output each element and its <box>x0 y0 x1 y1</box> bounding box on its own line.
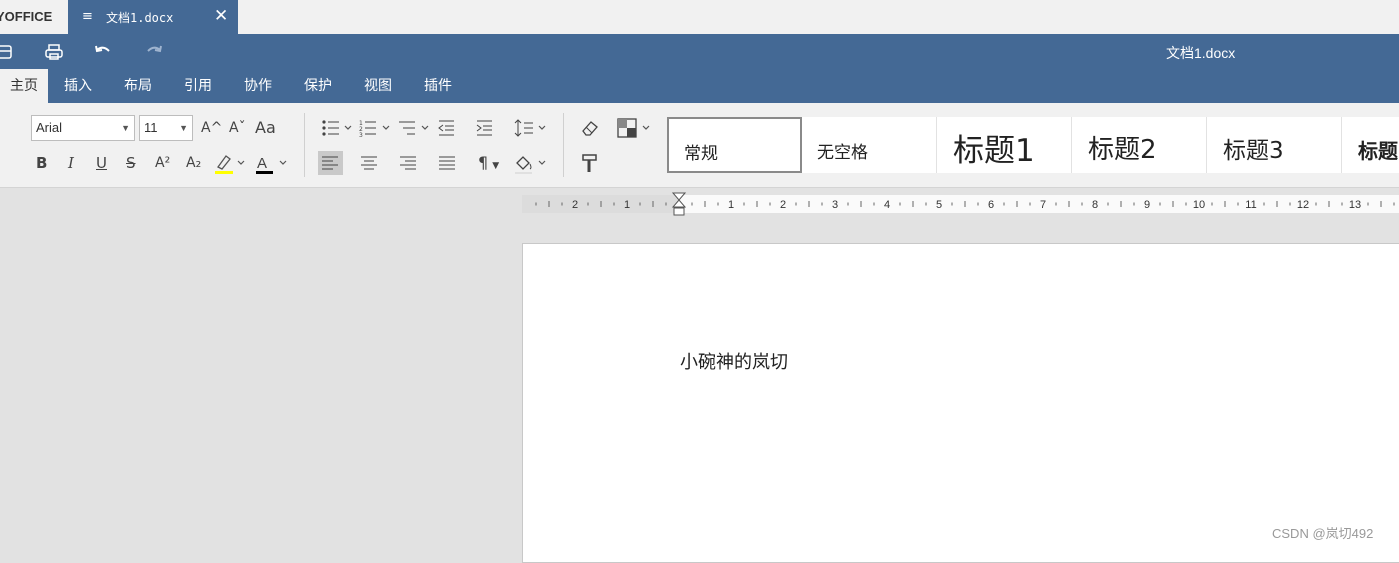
underline-button[interactable]: U <box>96 153 107 173</box>
ruler-label: 6 <box>988 199 994 211</box>
style-title[interactable]: 标题 <box>1342 117 1399 173</box>
paragraph-mark-icon: ¶ <box>478 153 489 172</box>
chevron-down-icon: ▼ <box>179 123 188 133</box>
style-label: 常规 <box>684 144 718 164</box>
tab-home[interactable]: 主页 <box>0 69 48 103</box>
document-title: 文档1.docx <box>1166 45 1236 61</box>
style-normal[interactable]: 常规 <box>667 117 802 173</box>
justify-icon[interactable] <box>437 153 457 173</box>
redo-icon[interactable] <box>145 43 163 59</box>
strikethrough-button[interactable]: S <box>126 153 136 173</box>
style-label: 无空格 <box>817 143 868 163</box>
ruler-label: 9 <box>1144 199 1150 211</box>
save-icon[interactable] <box>0 43 14 61</box>
ruler-label: 5 <box>936 199 942 211</box>
ruler-label: 12 <box>1297 199 1309 211</box>
style-heading-2[interactable]: 标题2 <box>1072 117 1207 173</box>
tab-plugins[interactable]: 插件 <box>408 69 468 103</box>
copy-style-icon[interactable] <box>617 118 653 138</box>
font-name-select[interactable]: Arial ▼ <box>31 115 135 141</box>
app-header: 文档1.docx 主页 插入 布局 引用 协作 保护 视图 插件 <box>0 34 1399 103</box>
clear-format-icon[interactable] <box>580 118 600 138</box>
style-heading-3[interactable]: 标题3 <box>1207 117 1342 173</box>
font-size-value: 11 <box>144 120 158 135</box>
align-left-icon[interactable] <box>318 151 343 175</box>
ruler-label: 1 <box>624 199 630 211</box>
style-gallery: 常规 无空格 标题1 标题2 标题3 标题 <box>667 117 1399 173</box>
ruler-label: 11 <box>1245 199 1256 211</box>
align-center-icon[interactable] <box>359 153 379 173</box>
superscript-button[interactable]: A² <box>155 153 170 173</box>
title-tab-bar: YOFFICE ≡ 文档1.docx ✕ <box>0 0 1399 34</box>
tab-protect[interactable]: 保护 <box>288 69 348 103</box>
decrease-indent-icon[interactable] <box>437 118 457 138</box>
toolbar-divider <box>304 113 305 177</box>
chevron-down-icon: ▼ <box>492 161 500 171</box>
chevron-down-icon: ▼ <box>121 123 130 133</box>
font-size-select[interactable]: 11 ▼ <box>139 115 193 141</box>
tab-collaborate[interactable]: 协作 <box>228 69 288 103</box>
document-tab[interactable]: ≡ 文档1.docx ✕ <box>68 0 238 34</box>
font-color-icon[interactable]: A <box>255 153 289 175</box>
undo-icon[interactable] <box>94 43 112 59</box>
style-label: 标题 <box>1358 139 1398 163</box>
tab-references[interactable]: 引用 <box>168 69 228 103</box>
document-body-text[interactable]: 小碗神的岚切 <box>680 348 788 374</box>
svg-text:3: 3 <box>359 132 363 138</box>
style-label: 标题1 <box>953 133 1035 169</box>
ruler-ticks: 2 1 1 2 3 4 5 6 7 8 9 10 11 12 13 <box>535 199 1395 211</box>
document-tab-name: 文档1.docx <box>106 11 174 25</box>
shading-icon[interactable] <box>514 153 550 175</box>
bullet-list-icon[interactable] <box>321 118 355 138</box>
tab-insert[interactable]: 插入 <box>48 69 108 103</box>
highlight-color-icon[interactable] <box>214 153 246 175</box>
app-brand: YOFFICE <box>0 9 53 24</box>
close-icon[interactable]: ✕ <box>214 6 228 26</box>
bold-button[interactable]: B <box>36 153 47 173</box>
change-case-button[interactable]: Aa <box>255 118 276 138</box>
format-painter-icon[interactable] <box>581 153 599 173</box>
tab-view[interactable]: 视图 <box>348 69 408 103</box>
menu-icon[interactable]: ≡ <box>82 9 93 24</box>
ruler-label: 10 <box>1193 199 1205 211</box>
tab-layout[interactable]: 布局 <box>108 69 168 103</box>
style-label: 标题2 <box>1088 135 1157 165</box>
ruler-label: 2 <box>572 199 578 211</box>
ribbon-toolbar: Arial ▼ 11 ▼ A^ Aˇ Aa B I U S A² A₂ A 12… <box>0 103 1399 188</box>
numbered-list-icon[interactable]: 123 <box>359 118 393 138</box>
indent-marker-icon[interactable] <box>672 192 686 218</box>
print-icon[interactable] <box>44 43 64 61</box>
ruler-label: 13 <box>1349 199 1361 211</box>
subscript-button[interactable]: A₂ <box>186 153 201 173</box>
document-page[interactable]: 小碗神的岚切 <box>522 243 1399 563</box>
align-right-icon[interactable] <box>398 153 418 173</box>
paragraph-mark-button[interactable]: ¶ ▼ <box>478 153 499 176</box>
ruler-label: 1 <box>728 199 734 211</box>
svg-text:A: A <box>257 155 267 172</box>
font-name-value: Arial <box>36 120 63 135</box>
watermark: CSDN @岚切492 <box>1272 526 1374 541</box>
ruler-label: 8 <box>1092 199 1098 211</box>
increase-indent-icon[interactable] <box>475 118 495 138</box>
ruler-label: 3 <box>832 199 838 211</box>
ruler-label: 2 <box>780 199 786 211</box>
line-spacing-icon[interactable] <box>514 118 550 138</box>
style-no-spacing[interactable]: 无空格 <box>802 117 937 173</box>
decrease-font-button[interactable]: Aˇ <box>229 118 246 138</box>
increase-font-button[interactable]: A^ <box>201 118 222 138</box>
italic-button[interactable]: I <box>68 153 74 173</box>
style-heading-1[interactable]: 标题1 <box>937 117 1072 173</box>
style-label: 标题3 <box>1223 138 1284 164</box>
ruler-label: 4 <box>884 199 890 211</box>
toolbar-divider <box>563 113 564 177</box>
ruler-label: 7 <box>1040 199 1046 211</box>
multilevel-list-icon[interactable] <box>398 118 432 138</box>
horizontal-ruler[interactable]: 2 1 1 2 3 4 5 6 7 8 9 10 11 12 13 <box>522 192 1399 216</box>
